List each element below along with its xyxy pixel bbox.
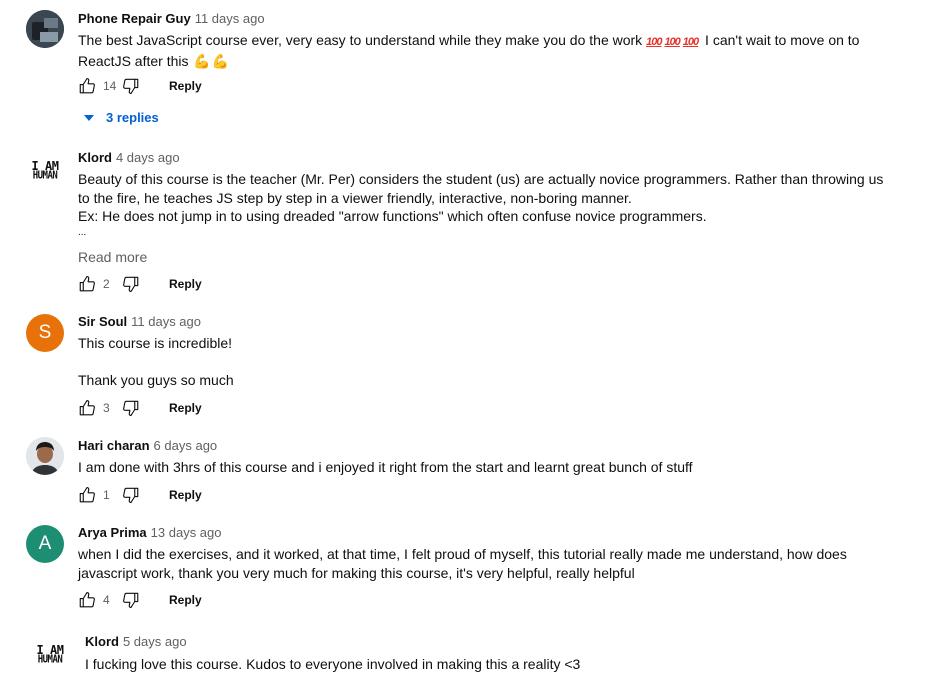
comment-line: I fucking love this course. Kudos to eve… — [85, 656, 581, 672]
comment-time[interactable]: 11 days ago — [131, 314, 201, 329]
comment-time[interactable]: 6 days ago — [154, 438, 218, 453]
dislike-icon[interactable] — [121, 590, 141, 610]
author-name[interactable]: Klord — [85, 634, 119, 649]
comment-header: Sir Soul 11 days ago — [78, 314, 201, 329]
comment-text: This course is incredible! Thank you guy… — [78, 334, 893, 390]
comment-line: This course is incredible! — [78, 335, 233, 351]
avatar[interactable] — [26, 437, 64, 475]
avatar-text: HUMAN — [32, 170, 58, 182]
comment-actions: 2 Reply — [77, 274, 202, 294]
avatar[interactable]: I AM HUMAN — [26, 152, 64, 190]
avatar[interactable] — [26, 10, 64, 48]
comment-actions: 1 Reply — [77, 485, 202, 505]
avatar[interactable]: I AM HUMAN — [31, 636, 69, 674]
comment-header: Arya Prima 13 days ago — [78, 525, 222, 540]
like-icon[interactable] — [77, 485, 97, 505]
avatar[interactable]: S — [26, 314, 64, 352]
ellipsis: ... — [78, 226, 87, 238]
muscle-emoji-icon: 💪💪 — [193, 52, 230, 69]
avatar-letter: A — [38, 533, 52, 554]
comment-text: The best JavaScript course ever, very ea… — [78, 31, 893, 70]
comment-actions: 4 Reply — [77, 590, 202, 610]
comment-line: Beauty of this course is the teacher (Mr… — [78, 171, 884, 206]
comment-header: Phone Repair Guy 11 days ago — [78, 11, 265, 26]
like-count: 2 — [103, 277, 110, 291]
hundred-emoji-icon: 100 100 100 — [646, 36, 699, 48]
chevron-down-icon — [84, 114, 94, 121]
comment-line: Ex: He does not jump in to using dreaded… — [78, 208, 707, 224]
reply-button[interactable]: Reply — [169, 401, 202, 415]
like-count: 14 — [103, 79, 117, 93]
avatar-photo — [26, 10, 64, 48]
dislike-icon[interactable] — [121, 485, 141, 505]
read-more-button[interactable]: Read more — [78, 249, 147, 265]
dislike-icon[interactable] — [121, 76, 141, 96]
author-name[interactable]: Arya Prima — [78, 525, 147, 540]
comment-line: I am done with 3hrs of this course and i… — [78, 459, 693, 475]
dislike-icon[interactable] — [121, 274, 141, 294]
comment-header: Klord 5 days ago — [85, 634, 187, 649]
comment-line: Thank you guys so much — [78, 372, 234, 388]
like-count: 4 — [103, 593, 110, 607]
dislike-icon[interactable] — [121, 398, 141, 418]
reply-button[interactable]: Reply — [169, 593, 202, 607]
avatar-text: HUMAN — [37, 654, 63, 666]
comment-text: I fucking love this course. Kudos to eve… — [85, 655, 900, 674]
avatar[interactable]: A — [26, 525, 64, 563]
avatar-letter: S — [38, 322, 52, 343]
comment-actions: 3 Reply — [77, 398, 202, 418]
author-name[interactable]: Hari charan — [78, 438, 150, 453]
like-count: 1 — [103, 488, 110, 502]
like-icon[interactable] — [77, 398, 97, 418]
comment-time[interactable]: 4 days ago — [116, 150, 180, 165]
like-icon[interactable] — [77, 590, 97, 610]
like-icon[interactable] — [77, 274, 97, 294]
comment-time[interactable]: 5 days ago — [123, 634, 187, 649]
avatar-photo — [26, 437, 64, 475]
like-icon[interactable] — [77, 76, 97, 96]
reply-button[interactable]: Reply — [169, 79, 202, 93]
comment-actions: 14 Reply — [77, 76, 202, 96]
reply-button[interactable]: Reply — [169, 277, 202, 291]
comment-text: when I did the exercises, and it worked,… — [78, 545, 893, 582]
view-replies-button[interactable]: 3 replies — [84, 110, 159, 125]
like-count: 3 — [103, 401, 110, 415]
comment-time[interactable]: 13 days ago — [151, 525, 222, 540]
comment-header: Klord 4 days ago — [78, 150, 180, 165]
comment-text-part: The best JavaScript course ever, very ea… — [78, 32, 643, 48]
comment-text: Beauty of this course is the teacher (Mr… — [78, 170, 893, 240]
reply-button[interactable]: Reply — [169, 488, 202, 502]
comment-time[interactable]: 11 days ago — [195, 11, 265, 26]
author-name[interactable]: Sir Soul — [78, 314, 127, 329]
author-name[interactable]: Phone Repair Guy — [78, 11, 191, 26]
comment-text: I am done with 3hrs of this course and i… — [78, 458, 893, 477]
replies-count: 3 replies — [106, 110, 159, 125]
author-name[interactable]: Klord — [78, 150, 112, 165]
comment-header: Hari charan 6 days ago — [78, 438, 217, 453]
comment-line: when I did the exercises, and it worked,… — [78, 546, 847, 581]
